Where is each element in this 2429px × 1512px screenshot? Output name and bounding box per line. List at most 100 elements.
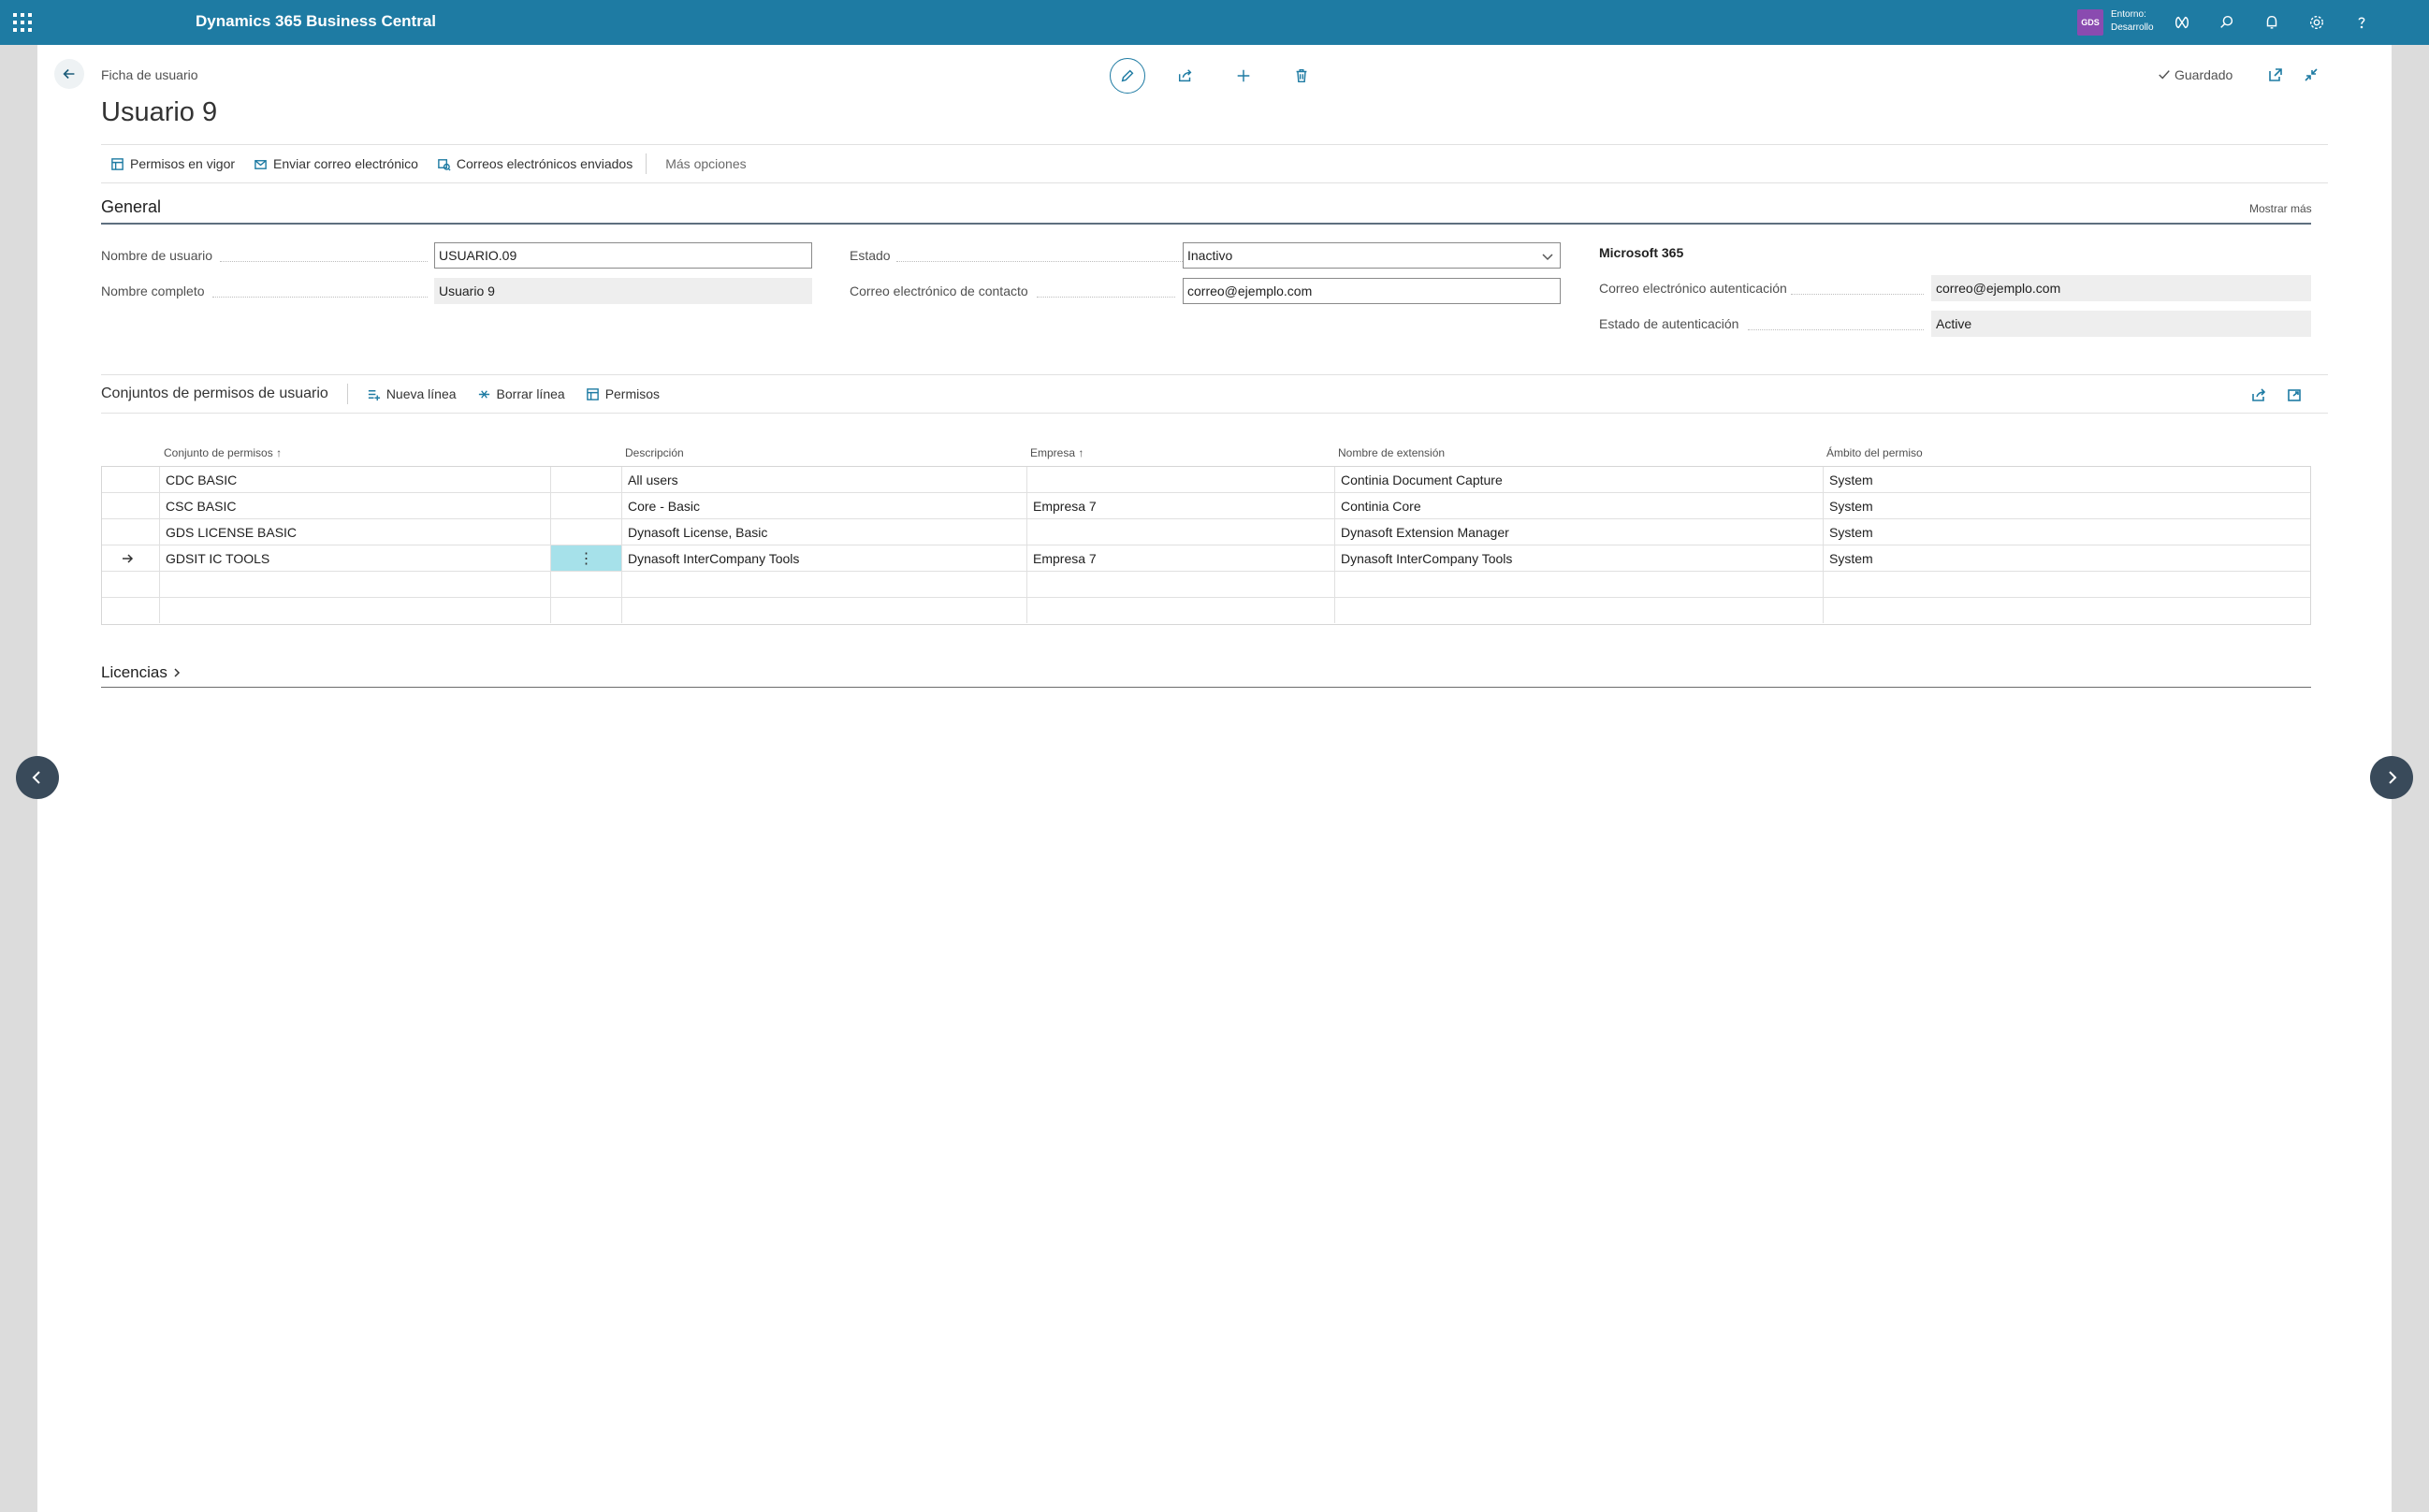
edit-button[interactable]: [1110, 58, 1145, 94]
set-cell[interactable]: CDC BASIC: [159, 467, 550, 492]
open-new-window-icon: [2269, 68, 2282, 81]
row-indicator-cell[interactable]: [102, 519, 159, 545]
sent-emails-action[interactable]: Correos electrónicos enviados: [437, 156, 633, 171]
share-button[interactable]: [1168, 58, 1203, 94]
state-select[interactable]: Inactivo: [1183, 242, 1561, 269]
description-cell[interactable]: Dynasoft License, Basic: [621, 519, 1026, 545]
extension-cell[interactable]: [1334, 598, 1823, 623]
extension-cell[interactable]: Dynasoft InterCompany Tools: [1334, 545, 1823, 571]
table-row[interactable]: CSC BASIC Core - Basic Empresa 7 Contini…: [102, 493, 2310, 519]
extension-cell[interactable]: Dynasoft Extension Manager: [1334, 519, 1823, 545]
bell-icon[interactable]: [2261, 11, 2283, 34]
effective-permissions-action[interactable]: Permisos en vigor: [110, 156, 235, 171]
set-cell[interactable]: GDS LICENSE BASIC: [159, 519, 550, 545]
company-cell[interactable]: [1026, 519, 1334, 545]
description-cell[interactable]: All users: [621, 467, 1026, 492]
set-cell[interactable]: GDSIT IC TOOLS: [159, 545, 550, 571]
empty-table-row[interactable]: [102, 598, 2310, 624]
new-line-action[interactable]: Nueva línea: [367, 386, 457, 401]
expand-icon: [2288, 389, 2301, 401]
scope-cell[interactable]: System: [1823, 519, 2310, 545]
row-indicator-cell[interactable]: [102, 572, 159, 597]
permissions-icon: [586, 387, 599, 400]
delete-button[interactable]: [1284, 58, 1319, 94]
row-menu-cell[interactable]: [550, 598, 621, 623]
contact-email-input[interactable]: correo@ejemplo.com: [1183, 278, 1561, 304]
extension-cell[interactable]: Continia Document Capture: [1334, 467, 1823, 492]
field-leader: [896, 261, 1183, 262]
environment-badge[interactable]: GDS: [2077, 9, 2103, 36]
licenses-section-title[interactable]: Licencias: [101, 663, 182, 682]
gear-icon[interactable]: [2305, 11, 2328, 34]
row-indicator-cell[interactable]: [102, 493, 159, 518]
row-menu-cell[interactable]: [550, 493, 621, 518]
row-indicator-cell[interactable]: [102, 467, 159, 492]
column-header-extension[interactable]: Nombre de extensión: [1338, 446, 1445, 459]
description-cell[interactable]: [621, 598, 1026, 623]
scope-cell[interactable]: System: [1823, 545, 2310, 571]
column-header-company[interactable]: Empresa ↑: [1030, 446, 1084, 459]
show-more-link[interactable]: Mostrar más: [2249, 202, 2312, 215]
company-cell[interactable]: Empresa 7: [1026, 545, 1334, 571]
table-row[interactable]: GDS LICENSE BASIC Dynasoft License, Basi…: [102, 519, 2310, 545]
row-menu-cell[interactable]: [550, 572, 621, 597]
set-cell[interactable]: CSC BASIC: [159, 493, 550, 518]
auth-email-value[interactable]: correo@ejemplo.com: [1931, 275, 2311, 301]
set-cell[interactable]: [159, 598, 550, 623]
send-email-action[interactable]: Enviar correo electrónico: [254, 156, 418, 171]
extension-cell[interactable]: Continia Core: [1334, 493, 1823, 518]
current-row-arrow-icon: [123, 554, 134, 563]
back-button[interactable]: [54, 59, 84, 89]
permissions-action[interactable]: Permisos: [586, 386, 660, 401]
general-section-title[interactable]: General: [101, 197, 161, 217]
set-cell[interactable]: [159, 572, 550, 597]
scope-cell[interactable]: System: [1823, 467, 2310, 492]
row-menu-cell[interactable]: [550, 519, 621, 545]
new-button[interactable]: [1226, 58, 1261, 94]
next-record-button[interactable]: [2370, 756, 2413, 799]
permission-sets-title[interactable]: Conjuntos de permisos de usuario: [101, 385, 328, 402]
user-name-input[interactable]: USUARIO.09: [434, 242, 812, 269]
scope-cell[interactable]: [1823, 572, 2310, 597]
collapse-icon: [2305, 68, 2318, 81]
empty-table-row[interactable]: [102, 572, 2310, 598]
row-indicator-cell[interactable]: [102, 545, 159, 571]
company-cell[interactable]: [1026, 598, 1334, 623]
expand-subpage-button[interactable]: [2285, 385, 2304, 404]
general-section-divider: [101, 223, 2311, 225]
scope-cell[interactable]: System: [1823, 493, 2310, 518]
description-cell[interactable]: [621, 572, 1026, 597]
arrow-left-icon: [63, 68, 75, 80]
search-icon[interactable]: [2216, 11, 2238, 34]
company-cell[interactable]: Empresa 7: [1026, 493, 1334, 518]
full-name-label: Nombre completo: [101, 284, 205, 298]
full-name-value[interactable]: Usuario 9: [434, 278, 812, 304]
row-menu-cell[interactable]: [550, 467, 621, 492]
copilot-icon[interactable]: [2171, 11, 2193, 34]
delete-line-action[interactable]: Borrar línea: [477, 386, 565, 401]
open-new-window-button[interactable]: [2266, 65, 2285, 84]
auth-state-value[interactable]: Active: [1931, 311, 2311, 337]
app-title[interactable]: Dynamics 365 Business Central: [196, 12, 436, 31]
company-cell[interactable]: [1026, 467, 1334, 492]
company-cell[interactable]: [1026, 572, 1334, 597]
extension-cell[interactable]: [1334, 572, 1823, 597]
row-menu-button[interactable]: ⋮: [550, 545, 621, 571]
description-cell[interactable]: Core - Basic: [621, 493, 1026, 518]
app-launcher-icon[interactable]: [11, 11, 34, 34]
more-options-button[interactable]: Más opciones: [665, 156, 746, 171]
column-header-set[interactable]: Conjunto de permisos ↑: [164, 446, 282, 459]
environment-info[interactable]: Entorno: Desarrollo: [2111, 8, 2154, 35]
description-cell[interactable]: Dynasoft InterCompany Tools: [621, 545, 1026, 571]
column-header-scope[interactable]: Ámbito del permiso: [1826, 446, 1923, 459]
previous-record-button[interactable]: [16, 756, 59, 799]
table-row-selected[interactable]: GDSIT IC TOOLS ⋮ Dynasoft InterCompany T…: [102, 545, 2310, 572]
row-indicator-cell[interactable]: [102, 598, 159, 623]
collapse-button[interactable]: [2302, 65, 2320, 84]
help-icon[interactable]: [2350, 11, 2373, 34]
share-subpage-button[interactable]: [2249, 385, 2268, 404]
table-row[interactable]: CDC BASIC All users Continia Document Ca…: [102, 467, 2310, 493]
scope-cell[interactable]: [1823, 598, 2310, 623]
field-leader: [220, 261, 428, 262]
column-header-description[interactable]: Descripción: [625, 446, 684, 459]
